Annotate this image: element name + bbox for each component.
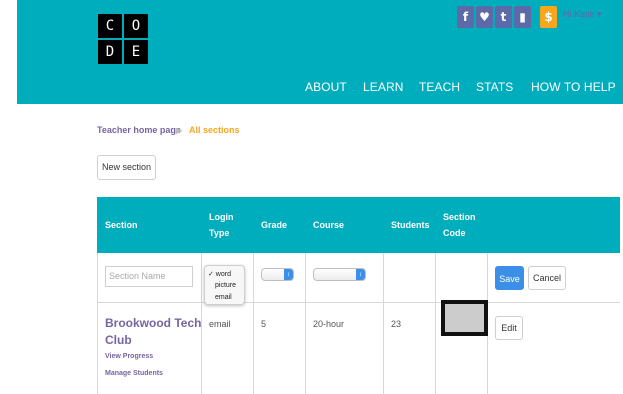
nav-teach[interactable]: TEACH bbox=[419, 80, 460, 94]
nav-stats[interactable]: STATS bbox=[476, 80, 513, 94]
row-course: 20-hour bbox=[313, 319, 345, 329]
grid-line bbox=[383, 253, 384, 394]
nav-about[interactable]: ABOUT bbox=[305, 80, 347, 94]
grid-line bbox=[97, 302, 620, 303]
login-option-email[interactable]: email bbox=[215, 294, 232, 301]
header-login-type-2: Type bbox=[209, 228, 230, 238]
select-arrows-icon: ↕ bbox=[356, 269, 365, 280]
cancel-button[interactable]: Cancel bbox=[528, 266, 566, 290]
grid-line bbox=[253, 253, 254, 394]
grid-line bbox=[435, 253, 436, 394]
sections-table-header: Section Login Type Grade Course Students… bbox=[97, 197, 620, 253]
row-students: 23 bbox=[391, 319, 402, 329]
course-select[interactable]: ↕ bbox=[313, 268, 366, 281]
grade-select[interactable]: ↕ bbox=[261, 268, 294, 281]
tumblr-icon[interactable]: t bbox=[495, 6, 512, 28]
header-grade: Grade bbox=[261, 220, 288, 230]
header-login-type-1: Login bbox=[209, 212, 234, 222]
breadcrumb-separator-icon: ▶ bbox=[176, 126, 183, 135]
grid-line bbox=[305, 253, 306, 394]
header-course: Course bbox=[313, 220, 345, 230]
section-name-link[interactable]: Brookwood Tech bbox=[105, 316, 201, 330]
logo-letter: C bbox=[98, 14, 122, 38]
facebook-icon[interactable]: f bbox=[457, 6, 474, 28]
manage-students-link[interactable]: Manage Students bbox=[105, 370, 163, 377]
save-button[interactable]: Save bbox=[495, 266, 524, 290]
nav-learn[interactable]: LEARN bbox=[363, 80, 404, 94]
login-type-dropdown[interactable]: ✓ word picture email bbox=[204, 265, 245, 305]
view-progress-link[interactable]: View Progress bbox=[105, 353, 153, 360]
logo-letter: D bbox=[98, 40, 122, 64]
grid-line bbox=[97, 253, 98, 394]
login-option-picture[interactable]: picture bbox=[215, 282, 236, 289]
shirt-icon[interactable]: ▮ bbox=[514, 6, 531, 28]
select-arrows-icon: ↕ bbox=[284, 269, 293, 280]
header-section: Section bbox=[105, 220, 138, 230]
section-name-input[interactable]: Section Name bbox=[105, 266, 193, 287]
row-login-type: email bbox=[209, 319, 231, 329]
section-name-link-line2[interactable]: Club bbox=[105, 333, 132, 347]
edit-button[interactable]: Edit bbox=[495, 316, 523, 340]
section-code-redacted bbox=[441, 300, 488, 336]
new-section-button[interactable]: New section bbox=[97, 155, 156, 180]
nav-how-to-help[interactable]: HOW TO HELP bbox=[531, 80, 616, 94]
breadcrumb-home-link[interactable]: Teacher home page bbox=[97, 125, 181, 135]
login-option-word[interactable]: ✓ word bbox=[208, 270, 231, 278]
donate-icon[interactable]: $ bbox=[540, 6, 557, 28]
twitter-icon[interactable]: ♥ bbox=[476, 6, 493, 28]
breadcrumb-current: All sections bbox=[189, 125, 240, 135]
code-logo[interactable]: C O D E bbox=[98, 14, 158, 74]
row-grade: 5 bbox=[261, 319, 267, 329]
header-section-code-1: Section bbox=[443, 212, 476, 222]
header-students: Students bbox=[391, 220, 430, 230]
header-section-code-2: Code bbox=[443, 228, 466, 238]
site-header: C O D E f ♥ t ▮ $ Hi Katie ▾ ABOUT LEARN… bbox=[17, 0, 623, 104]
logo-letter: E bbox=[124, 40, 148, 64]
user-greeting-menu[interactable]: Hi Katie ▾ bbox=[563, 9, 602, 20]
logo-letter: O bbox=[124, 14, 148, 38]
